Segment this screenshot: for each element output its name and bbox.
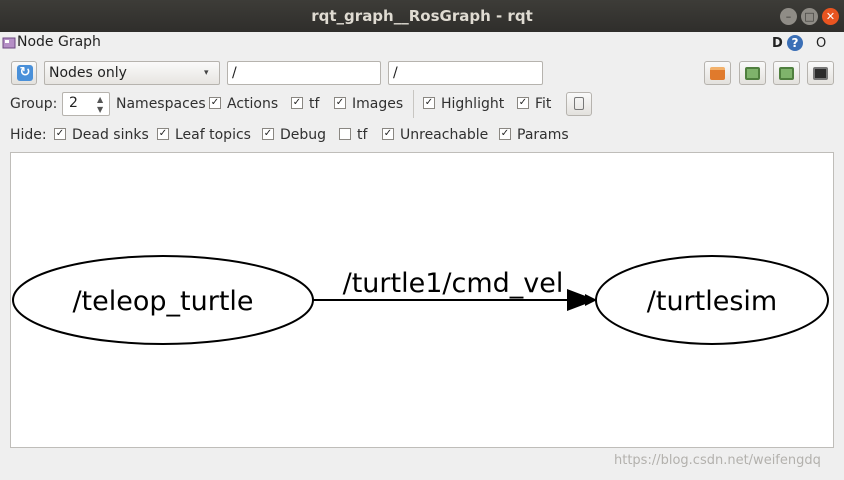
fit-checkbox[interactable]: ✓ xyxy=(517,97,529,109)
leaf-topics-checkbox[interactable]: ✓ xyxy=(157,128,169,140)
save-image-icon xyxy=(779,67,794,80)
chevron-down-icon: ▾ xyxy=(204,68,209,78)
graph-node-turtlesim[interactable]: /turtlesim xyxy=(595,255,829,345)
dock-d-button[interactable]: D xyxy=(772,36,783,51)
topic-filter-input[interactable]: / xyxy=(388,61,543,85)
dead-sinks-label[interactable]: Dead sinks xyxy=(72,127,149,143)
dock-options-button[interactable]: O xyxy=(816,36,826,51)
edge-label: /turtle1/cmd_vel xyxy=(343,268,564,299)
fit-in-view-button[interactable] xyxy=(566,92,592,116)
hide-tf-checkbox[interactable] xyxy=(339,128,351,140)
leaf-topics-label[interactable]: Leaf topics xyxy=(175,127,251,143)
unreachable-checkbox[interactable]: ✓ xyxy=(382,128,394,140)
namespaces-label: Namespaces xyxy=(116,96,206,112)
load-dot-icon xyxy=(710,67,725,80)
dead-sinks-checkbox[interactable]: ✓ xyxy=(54,128,66,140)
check-icon: ✓ xyxy=(158,128,168,139)
highlight-label[interactable]: Highlight xyxy=(441,96,504,112)
check-icon: ✓ xyxy=(424,97,434,108)
check-icon: ✓ xyxy=(292,97,302,108)
dock-title[interactable]: Node Graph xyxy=(17,34,101,50)
fit-label[interactable]: Fit xyxy=(535,96,551,112)
graph-edge-cmd-vel[interactable]: /turtle1/cmd_vel xyxy=(313,268,597,311)
spin-up-icon[interactable]: ▲ xyxy=(97,95,103,104)
window-title: rqt_graph__RosGraph - rqt xyxy=(311,7,533,25)
check-icon: ✓ xyxy=(518,97,528,108)
close-button[interactable]: ✕ xyxy=(822,8,839,25)
hide-label: Hide: xyxy=(10,127,47,143)
refresh-icon: ↻ xyxy=(17,65,33,81)
debug-label[interactable]: Debug xyxy=(280,127,326,143)
save-dot-icon xyxy=(745,67,760,80)
save-dot-button[interactable] xyxy=(739,61,766,85)
group-value[interactable]: 2 xyxy=(69,95,78,111)
load-dot-button[interactable] xyxy=(704,61,731,85)
tf-checkbox[interactable]: ✓ xyxy=(291,97,303,109)
actions-checkbox[interactable]: ✓ xyxy=(209,97,221,109)
node-label: /turtlesim xyxy=(647,286,777,317)
unreachable-label[interactable]: Unreachable xyxy=(400,127,488,143)
screenshot-icon xyxy=(813,67,828,80)
check-icon: ✓ xyxy=(335,97,345,108)
graph-mode-select[interactable]: Nodes only xyxy=(44,61,220,85)
toolbar-separator xyxy=(413,90,414,118)
hide-tf-label[interactable]: tf xyxy=(357,127,367,143)
debug-checkbox[interactable]: ✓ xyxy=(262,128,274,140)
check-icon: ✓ xyxy=(500,128,510,139)
maximize-button[interactable]: □ xyxy=(801,8,818,25)
spin-down-icon[interactable]: ▼ xyxy=(97,105,103,114)
minimize-button[interactable]: – xyxy=(780,8,797,25)
help-icon[interactable]: ? xyxy=(787,35,803,51)
screenshot-button[interactable] xyxy=(807,61,834,85)
params-checkbox[interactable]: ✓ xyxy=(499,128,511,140)
plugin-icon xyxy=(2,37,16,49)
refresh-button[interactable]: ↻ xyxy=(11,61,37,85)
actions-label[interactable]: Actions xyxy=(227,96,278,112)
namespace-filter-input[interactable]: / xyxy=(227,61,381,85)
graph-svg: /teleop_turtle /turtle1/cmd_vel /turtles… xyxy=(12,255,829,345)
params-label[interactable]: Params xyxy=(517,127,569,143)
tf-label[interactable]: tf xyxy=(309,96,319,112)
check-icon: ✓ xyxy=(210,97,220,108)
save-image-button[interactable] xyxy=(773,61,800,85)
node-label: /teleop_turtle xyxy=(72,286,253,317)
graph-node-teleop-turtle[interactable]: /teleop_turtle xyxy=(12,255,314,345)
images-checkbox[interactable]: ✓ xyxy=(334,97,346,109)
watermark-text: https://blog.csdn.net/weifengdq xyxy=(614,453,821,468)
check-icon: ✓ xyxy=(55,128,65,139)
graph-canvas[interactable]: /teleop_turtle /turtle1/cmd_vel /turtles… xyxy=(10,152,834,448)
highlight-checkbox[interactable]: ✓ xyxy=(423,97,435,109)
images-label[interactable]: Images xyxy=(352,96,403,112)
group-label: Group: xyxy=(10,96,58,112)
group-spinbox[interactable]: 2 ▲ ▼ xyxy=(62,92,110,116)
check-icon: ✓ xyxy=(263,128,273,139)
check-icon: ✓ xyxy=(383,128,393,139)
fit-view-icon xyxy=(574,97,584,110)
